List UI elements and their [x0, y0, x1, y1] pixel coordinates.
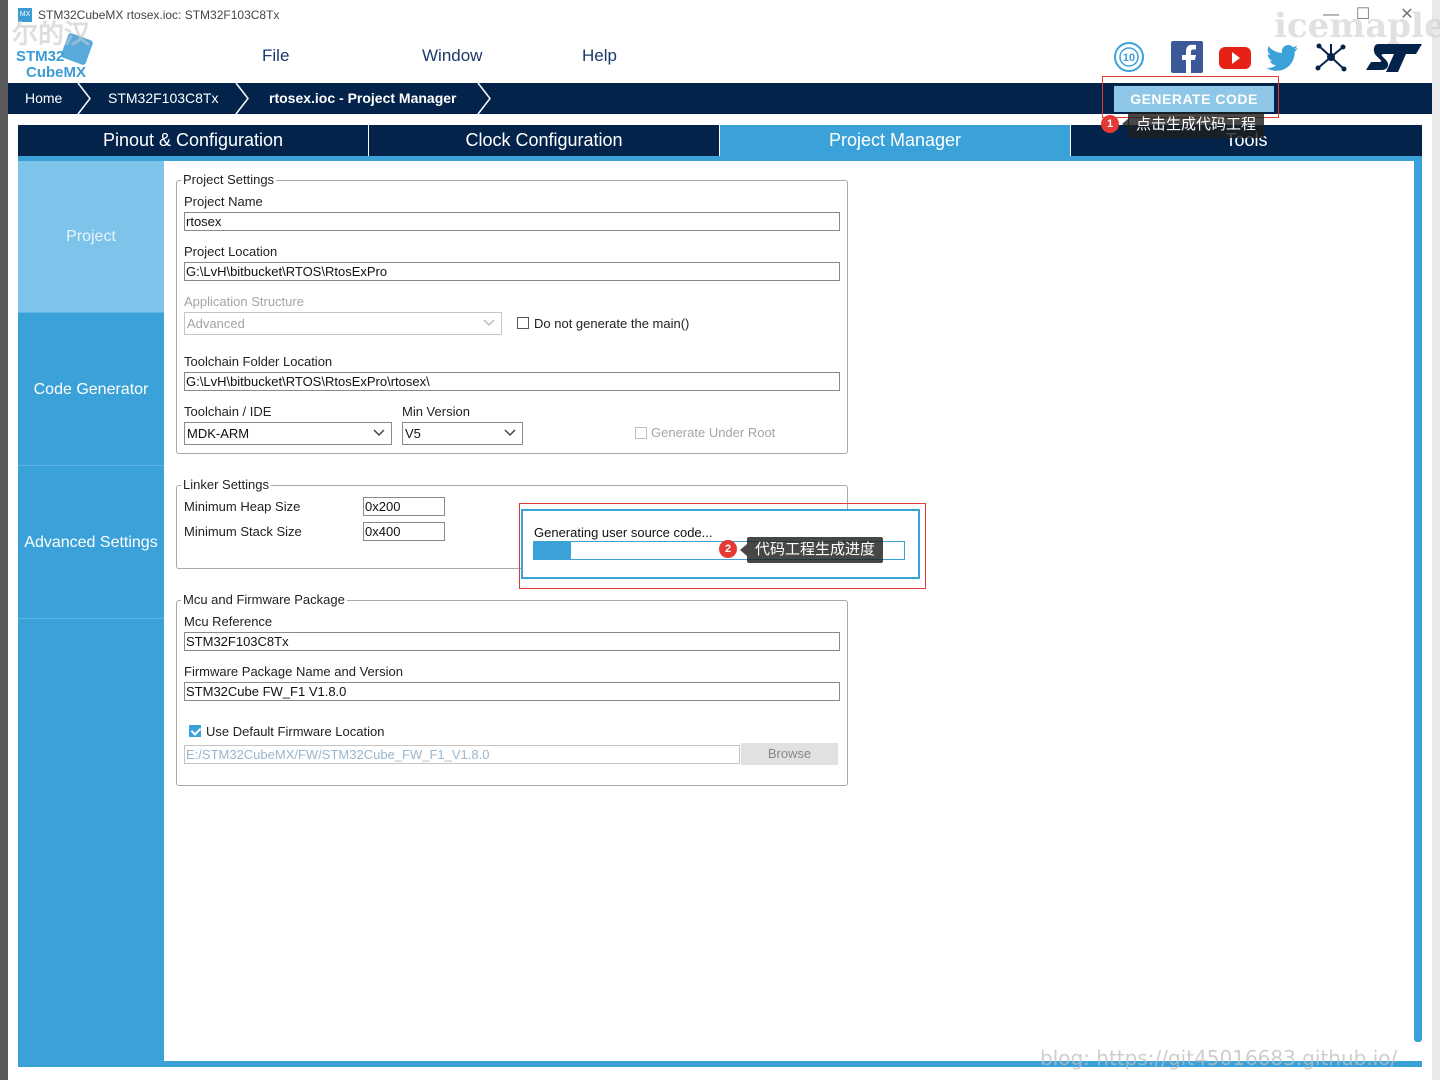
- menu-file[interactable]: File: [262, 46, 289, 66]
- min-version-value: V5: [405, 426, 421, 441]
- toolchain-folder-label: Toolchain Folder Location: [184, 354, 333, 369]
- menu-window[interactable]: Window: [422, 46, 482, 66]
- firmware-path-input[interactable]: E:/STM32CubeMX/FW/STM32Cube_FW_F1_V1.8.0: [184, 745, 740, 764]
- progress-message: Generating user source code...: [534, 525, 713, 540]
- app-structure-value: Advanced: [187, 316, 245, 331]
- tab-underline: [18, 156, 1422, 161]
- annotation-callout-2: 代码工程生成进度: [747, 537, 884, 563]
- breadcrumb-mcu[interactable]: STM32F103C8Tx: [108, 83, 218, 114]
- toolchain-folder-input[interactable]: G:\LvH\bitbucket\RTOS\RtosExPro\rtosex\: [184, 372, 840, 391]
- tab-project-manager[interactable]: Project Manager: [720, 125, 1070, 156]
- breadcrumb-current: rtosex.ioc - Project Manager: [269, 90, 457, 106]
- group-title: Linker Settings: [181, 477, 271, 492]
- breadcrumb-home[interactable]: Home: [25, 83, 62, 114]
- progress-bar-fill: [534, 542, 571, 559]
- title-bar: MX STM32CubeMX rtosex.ioc: STM32F103C8Tx…: [8, 0, 1432, 30]
- generate-under-root-label: Generate Under Root: [651, 425, 776, 440]
- use-default-firmware-checkbox[interactable]: [189, 725, 201, 737]
- project-location-input[interactable]: G:\LvH\bitbucket\RTOS\RtosExPro: [184, 262, 840, 281]
- min-version-label: Min Version: [402, 404, 470, 419]
- chevron-down-icon: [373, 429, 385, 437]
- project-name-label: Project Name: [184, 194, 263, 209]
- mcu-reference-label: Mcu Reference: [184, 614, 273, 629]
- firmware-package-input[interactable]: STM32Cube FW_F1 V1.8.0: [184, 682, 840, 701]
- watermark-icemaple: icemaple: [1274, 6, 1440, 46]
- chevron-right-icon: [235, 83, 249, 114]
- toolchain-ide-select[interactable]: MDK-ARM: [184, 422, 392, 445]
- browse-button[interactable]: Browse: [741, 743, 838, 765]
- project-name-input[interactable]: rtosex: [184, 212, 840, 231]
- toolchain-ide-label: Toolchain / IDE: [184, 404, 272, 419]
- heap-size-label: Minimum Heap Size: [184, 499, 301, 514]
- group-title: Project Settings: [181, 172, 277, 187]
- tab-clock[interactable]: Clock Configuration: [369, 125, 719, 156]
- stack-size-label: Minimum Stack Size: [184, 524, 302, 539]
- no-main-label: Do not generate the main(): [534, 316, 690, 331]
- toolchain-ide-value: MDK-ARM: [187, 426, 250, 441]
- callout-arrow: [740, 544, 747, 556]
- nav-advanced-settings[interactable]: Advanced Settings: [18, 467, 164, 619]
- nav-project[interactable]: Project: [18, 161, 164, 313]
- heap-size-input[interactable]: 0x200: [363, 497, 445, 516]
- app-window: MX STM32CubeMX rtosex.ioc: STM32F103C8Tx…: [8, 0, 1440, 1080]
- background-right-strip: [1432, 0, 1440, 1080]
- logo-line2: CubeMX: [26, 64, 86, 81]
- app-structure-label: Application Structure: [184, 294, 304, 309]
- annotation-badge-2: 2: [719, 540, 737, 558]
- stack-size-input[interactable]: 0x400: [363, 522, 445, 541]
- menu-help[interactable]: Help: [582, 46, 617, 66]
- generate-under-root-checkbox[interactable]: [635, 427, 647, 439]
- vertical-scrollbar[interactable]: [1414, 156, 1422, 1042]
- svg-text:10: 10: [1123, 52, 1135, 64]
- tab-pinout[interactable]: Pinout & Configuration: [18, 125, 368, 156]
- project-location-label: Project Location: [184, 244, 278, 259]
- app-structure-select[interactable]: Advanced: [184, 312, 502, 335]
- youtube-icon[interactable]: [1218, 40, 1252, 74]
- chevron-down-icon: [504, 429, 516, 437]
- nav-code-generator[interactable]: Code Generator: [18, 314, 164, 466]
- group-title: Mcu and Firmware Package: [181, 592, 347, 607]
- no-main-checkbox[interactable]: [517, 317, 529, 329]
- left-nav: Project Code Generator Advanced Settings: [18, 161, 164, 1061]
- chevron-right-icon: [77, 83, 91, 114]
- watermark-top-left: 尔的汉: [12, 20, 91, 50]
- mcu-reference-input[interactable]: STM32F103C8Tx: [184, 632, 840, 651]
- chevron-right-icon: [477, 83, 491, 114]
- annotation-callout-1: 点击生成代码工程: [1128, 112, 1265, 138]
- annotation-badge-1: 1: [1101, 115, 1119, 133]
- facebook-icon[interactable]: [1170, 40, 1204, 74]
- 10-year-anniversary-icon[interactable]: 10: [1112, 40, 1146, 74]
- use-default-firmware-label: Use Default Firmware Location: [206, 724, 385, 739]
- firmware-package-label: Firmware Package Name and Version: [184, 664, 403, 679]
- chevron-down-icon: [483, 319, 495, 327]
- background-left-strip: [0, 0, 8, 1080]
- watermark-blog-url: blog: https://git45016683.github.io/: [1040, 1046, 1398, 1070]
- min-version-select[interactable]: V5: [402, 422, 523, 445]
